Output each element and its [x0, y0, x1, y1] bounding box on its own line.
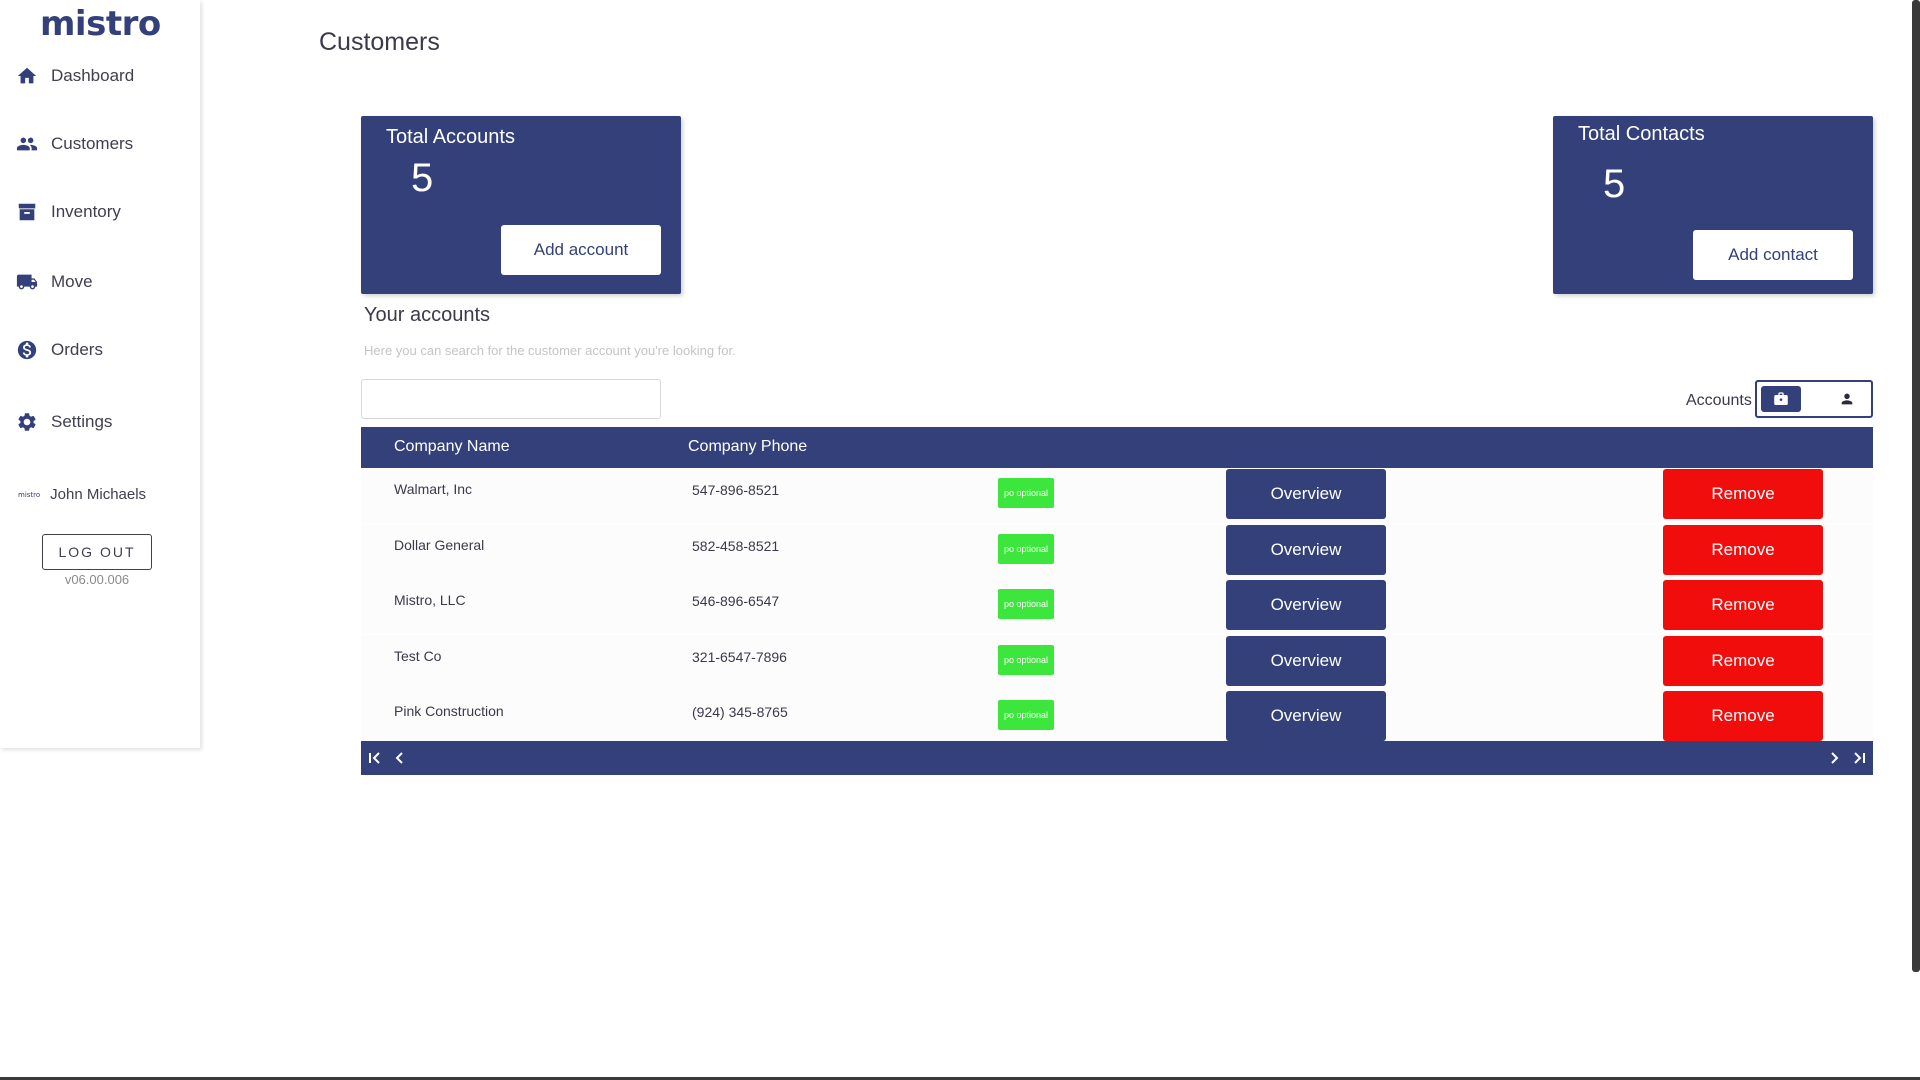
page-scrollbar[interactable] [1912, 0, 1920, 972]
po-optional-badge: po optional [998, 589, 1054, 619]
first-page-button[interactable] [365, 748, 385, 768]
remove-button[interactable]: Remove [1663, 691, 1823, 741]
logout-button[interactable]: LOG OUT [42, 534, 152, 570]
sidebar-item-label: Customers [51, 134, 134, 153]
overview-button[interactable]: Overview [1226, 580, 1386, 630]
table-row: Mistro, LLC 546-896-6547 po optional Overvi… [361, 579, 1873, 634]
sidebar-item-label: Move [51, 272, 93, 291]
truck-icon [16, 271, 38, 293]
person-icon [1841, 393, 1853, 405]
accounts-section-title: Your accounts [364, 304, 491, 326]
total-accounts-value: 5 [411, 156, 434, 200]
company-name-cell: Mistro, LLC [394, 592, 466, 608]
sidebar-item-inventory[interactable]: Inventory [16, 197, 121, 227]
company-name-cell: Dollar General [394, 537, 485, 553]
add-contact-button[interactable]: Add contact [1693, 230, 1853, 280]
total-contacts-card: Total Contacts 5 Add contact [1553, 116, 1873, 294]
last-page-icon [1854, 752, 1865, 764]
company-name-cell: Pink Construction [394, 703, 504, 719]
remove-button[interactable]: Remove [1663, 469, 1823, 519]
app-logo[interactable]: mistro [40, 4, 161, 44]
total-contacts-label: Total Contacts [1578, 123, 1705, 145]
chevron-right-icon [1831, 752, 1839, 764]
accounts-section-subtitle: Here you can search for the customer acc… [364, 343, 736, 358]
chevron-left-icon [395, 752, 403, 764]
total-accounts-card: Total Accounts 5 Add account [361, 116, 681, 294]
table-header: Company Name Company Phone [361, 427, 1873, 468]
page-title: Customers [319, 28, 440, 56]
sidebar-item-label: Inventory [51, 202, 121, 221]
total-accounts-label: Total Accounts [386, 126, 515, 148]
gear-icon [16, 411, 38, 433]
sidebar-item-label: Settings [51, 412, 113, 431]
po-optional-badge: po optional [998, 700, 1054, 730]
sidebar-item-label: Orders [51, 340, 103, 359]
toggle-accounts-option[interactable] [1761, 386, 1801, 412]
company-phone-cell: 546-896-6547 [692, 593, 780, 609]
company-phone-cell: 582-458-8521 [692, 538, 780, 554]
next-page-button[interactable] [1824, 748, 1844, 768]
view-toggle [1755, 380, 1873, 418]
avatar: mistro [18, 490, 41, 499]
company-phone-cell: 547-896-8521 [692, 482, 780, 498]
dollar-icon [16, 339, 38, 361]
sidebar-item-settings[interactable]: Settings [16, 407, 112, 437]
company-name-cell: Test Co [394, 648, 442, 664]
briefcase-icon [1774, 392, 1788, 405]
previous-page-button[interactable] [390, 748, 410, 768]
last-page-button[interactable] [1849, 748, 1869, 768]
sidebar-item-move[interactable]: Move [16, 267, 93, 297]
sidebar: mistro Dashboard Customers Inventory Mov… [0, 0, 200, 748]
toggle-contacts-option[interactable] [1827, 386, 1867, 412]
sidebar-item-dashboard[interactable]: Dashboard [16, 61, 134, 91]
company-name-cell: Walmart, Inc [394, 481, 473, 497]
overview-button[interactable]: Overview [1226, 636, 1386, 686]
table-row: Dollar General 582-458-8521 po optional Ove… [361, 524, 1873, 579]
po-optional-badge: po optional [998, 645, 1054, 675]
overview-button[interactable]: Overview [1226, 525, 1386, 575]
total-contacts-value: 5 [1603, 162, 1626, 206]
app-version: v06.00.006 [64, 572, 130, 587]
sidebar-item-customers[interactable]: Customers [16, 129, 133, 159]
sidebar-item-orders[interactable]: Orders [16, 335, 103, 365]
column-header-company-phone[interactable]: Company Phone [688, 438, 807, 456]
archive-icon [16, 201, 38, 223]
table-row: Test Co 321-6547-7896 po optional Overview R… [361, 635, 1873, 690]
remove-button[interactable]: Remove [1663, 580, 1823, 630]
first-page-icon [369, 752, 380, 764]
user-profile[interactable]: mistro John Michaels [18, 486, 146, 503]
company-phone-cell: (924) 345-8765 [692, 704, 788, 720]
po-optional-badge: po optional [998, 534, 1054, 564]
remove-button[interactable]: Remove [1663, 525, 1823, 575]
table-row: Walmart, Inc 547-896-8521 po optional Overv… [361, 468, 1873, 523]
add-account-button[interactable]: Add account [501, 225, 661, 275]
user-name: John Michaels [50, 486, 147, 503]
overview-button[interactable]: Overview [1226, 691, 1386, 741]
home-icon [16, 65, 38, 87]
column-header-company-name[interactable]: Company Name [394, 438, 510, 456]
sidebar-item-label: Dashboard [51, 66, 135, 85]
view-toggle-label: Accounts [1686, 392, 1752, 409]
po-optional-badge: po optional [998, 478, 1054, 508]
table-row: Pink Construction (924) 345-8765 po option… [361, 690, 1873, 745]
company-phone-cell: 321-6547-7896 [692, 649, 787, 665]
people-icon [16, 133, 38, 155]
overview-button[interactable]: Overview [1226, 469, 1386, 519]
table-pagination [361, 741, 1873, 775]
search-input[interactable] [361, 379, 661, 419]
remove-button[interactable]: Remove [1663, 636, 1823, 686]
